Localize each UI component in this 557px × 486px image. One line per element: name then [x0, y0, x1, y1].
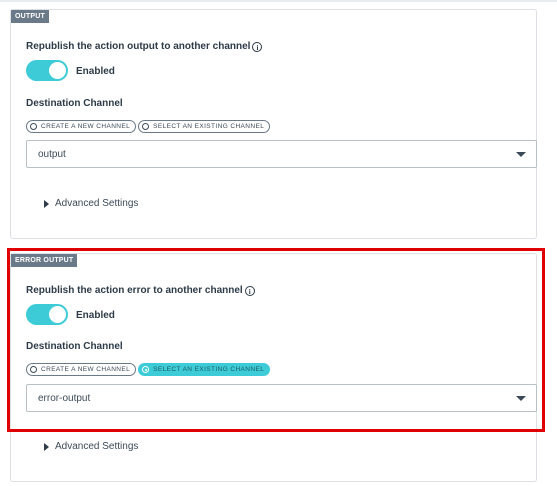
option-label: CREATE A NEW CHANNEL: [41, 123, 131, 130]
output-select-existing-channel-option[interactable]: SELECT AN EXISTING CHANNEL: [138, 120, 271, 133]
error-select-existing-channel-option[interactable]: SELECT AN EXISTING CHANNEL: [138, 363, 271, 376]
output-channel-value: output: [38, 148, 66, 160]
output-create-new-channel-option[interactable]: CREATE A NEW CHANNEL: [26, 120, 137, 133]
output-toggle-label: Enabled: [76, 66, 115, 77]
caret-right-icon: [44, 442, 49, 451]
radio-icon: [30, 123, 37, 130]
caret-down-icon: [516, 151, 526, 157]
info-icon[interactable]: i: [244, 285, 255, 296]
output-destination-title: Destination Channel: [26, 98, 123, 109]
output-enabled-toggle[interactable]: [26, 60, 68, 81]
output-tag: OUTPUT: [11, 10, 49, 23]
info-icon[interactable]: i: [252, 41, 263, 52]
toggle-knob: [49, 306, 66, 323]
output-panel: OUTPUT Republish the action output to an…: [10, 9, 537, 239]
top-divider: [0, 0, 557, 2]
advanced-settings-label: Advanced Settings: [55, 441, 139, 452]
option-label: CREATE A NEW CHANNEL: [41, 366, 131, 373]
error-republish-label: Republish the action error to another ch…: [26, 285, 243, 296]
error-toggle-label: Enabled: [76, 310, 115, 321]
output-republish-label: Republish the action output to another c…: [26, 41, 251, 52]
error-republish-title: Republish the action error to another ch…: [26, 285, 255, 296]
error-create-new-channel-option[interactable]: CREATE A NEW CHANNEL: [26, 363, 137, 376]
error-enabled-toggle[interactable]: [26, 304, 68, 325]
option-label: SELECT AN EXISTING CHANNEL: [153, 123, 265, 130]
caret-down-icon: [516, 395, 526, 401]
output-advanced-settings-toggle[interactable]: Advanced Settings: [44, 198, 138, 209]
caret-right-icon: [44, 199, 49, 208]
output-channel-options: CREATE A NEW CHANNEL SELECT AN EXISTING …: [26, 120, 271, 133]
radio-icon: [142, 123, 150, 130]
output-republish-title: Republish the action output to another c…: [26, 41, 263, 52]
error-channel-options: CREATE A NEW CHANNEL SELECT AN EXISTING …: [26, 363, 271, 376]
error-advanced-settings-toggle[interactable]: Advanced Settings: [44, 441, 138, 452]
error-output-tag: ERROR OUTPUT: [11, 254, 78, 267]
error-channel-select[interactable]: error-output: [26, 384, 537, 412]
error-destination-title: Destination Channel: [26, 341, 123, 352]
error-channel-value: error-output: [38, 392, 91, 404]
radio-selected-icon: [142, 366, 150, 373]
radio-icon: [30, 366, 37, 373]
option-label: SELECT AN EXISTING CHANNEL: [153, 366, 265, 373]
output-channel-select[interactable]: output: [26, 140, 537, 168]
toggle-knob: [49, 62, 66, 79]
error-output-panel: ERROR OUTPUT Republish the action error …: [10, 253, 537, 482]
advanced-settings-label: Advanced Settings: [55, 198, 139, 209]
